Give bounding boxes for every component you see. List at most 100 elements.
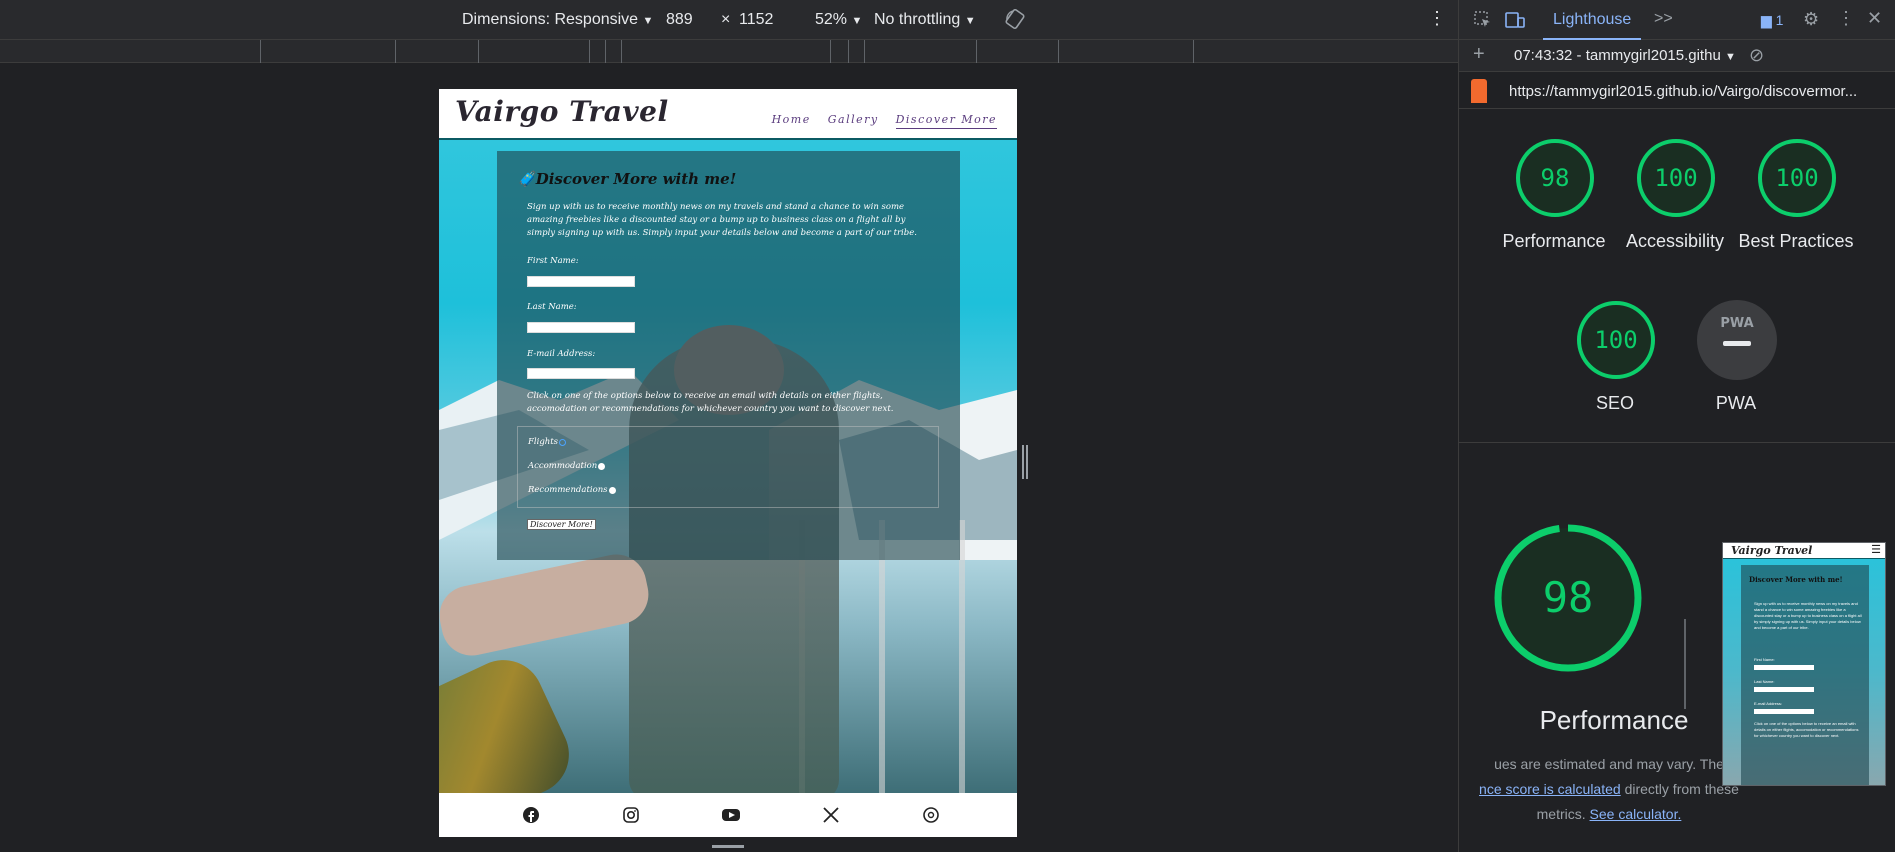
gauge-performance[interactable]: 98 Performance <box>1502 137 1606 251</box>
luggage-icon: 🧳 <box>517 170 536 188</box>
more-options-icon[interactable]: ⋮ <box>1837 8 1855 29</box>
bottom-resize-handle[interactable] <box>712 845 744 848</box>
nav-home[interactable]: Home <box>772 113 811 126</box>
thumb-intro: Sign up with us to receive monthly news … <box>1754 601 1862 630</box>
gauge-seo-value: 100 <box>1594 326 1637 354</box>
thumb-hero: Discover More with me! Sign up with us t… <box>1723 559 1885 785</box>
gauge-best-practices[interactable]: 100 Best Practices <box>1738 137 1854 251</box>
url-more-icon[interactable]: ⋮ <box>1887 79 1895 100</box>
dimensions-label: Dimensions: Responsive <box>462 11 639 28</box>
first-name-input[interactable] <box>527 276 635 287</box>
railing <box>879 520 885 793</box>
instagram-icon[interactable] <box>621 805 641 825</box>
form-title: 🧳Discover More with me! <box>517 170 736 188</box>
panel-tabs: Lighthouse >> ▆ 1 ⚙ ⋮ ✕ <box>1459 0 1895 40</box>
chevron-down-icon: ▼ <box>1724 51 1736 63</box>
email-input[interactable] <box>527 368 635 379</box>
score-calculated-link[interactable]: nce score is calculated <box>1479 781 1621 797</box>
thumb-last-name: Last Name: <box>1754 679 1775 684</box>
chevron-down-icon: ▼ <box>851 15 863 27</box>
thumb-input <box>1754 665 1814 670</box>
rotate-icon[interactable] <box>1004 8 1026 35</box>
gauge-seo[interactable]: 100 SEO <box>1575 299 1657 413</box>
youtube-icon[interactable] <box>721 805 741 825</box>
note-line1: ues are estimated and may vary. The <box>1494 756 1724 772</box>
nav-discover-more[interactable]: Discover More <box>895 113 997 129</box>
gauge-performance-value: 98 <box>1541 164 1570 192</box>
radio-recommendations[interactable] <box>608 486 616 494</box>
facebook-icon[interactable] <box>521 805 541 825</box>
more-tabs-button[interactable]: >> <box>1654 10 1673 28</box>
big-performance-gauge: 98 <box>1493 523 1643 673</box>
throttling-label: No throttling <box>874 11 961 28</box>
radio-recommendations-label: Recommendations <box>528 485 608 495</box>
first-name-label: First Name: <box>527 256 579 266</box>
thumb-logo: Vairgo Travel <box>1731 544 1813 557</box>
x-icon[interactable] <box>821 805 841 825</box>
gauge-seo-label: SEO <box>1595 393 1634 413</box>
thumb-title: Discover More with me! <box>1749 575 1843 584</box>
thumb-first-name: First Name: <box>1754 657 1775 662</box>
tab-lighthouse[interactable]: Lighthouse <box>1543 0 1642 40</box>
throttling-dropdown[interactable]: No throttling ▼ <box>874 11 976 29</box>
nav-gallery[interactable]: Gallery <box>828 113 879 126</box>
last-name-label: Last Name: <box>527 302 577 312</box>
clear-icon[interactable]: ⊘ <box>1749 45 1764 66</box>
resize-handle[interactable] <box>1022 445 1028 479</box>
settings-icon[interactable]: ⚙ <box>1803 9 1819 30</box>
message-icon: ▆ <box>1761 12 1772 28</box>
gauge-performance-label: Performance <box>1502 231 1606 251</box>
report-selector[interactable]: 07:43:32 - tammygirl2015.githu ▼ <box>1514 47 1736 64</box>
site-header: Vairgo Travel Home Gallery Discover More <box>439 89 1017 140</box>
emulated-page: Vairgo Travel Home Gallery Discover More… <box>439 89 1017 837</box>
radio-accommodation-label: Accommodation <box>528 461 598 471</box>
lighthouse-icon <box>1471 79 1487 103</box>
device-toolbar-icon[interactable] <box>1504 10 1526 35</box>
radio-flights[interactable] <box>559 438 567 446</box>
form-title-text: Discover More with me! <box>535 170 737 188</box>
hero-background-image: 🧳Discover More with me! Sign up with us … <box>439 140 1017 793</box>
gauge-pwa[interactable]: PWA PWA <box>1696 299 1778 413</box>
zoom-label: 52% <box>815 11 848 28</box>
close-icon[interactable]: ✕ <box>1867 8 1882 29</box>
page-screenshot-thumbnail[interactable]: Vairgo Travel ☰ Discover More with me! S… <box>1722 542 1886 786</box>
zoom-dropdown[interactable]: 52% ▼ <box>815 11 862 29</box>
email-label: E-mail Address: <box>527 349 596 359</box>
inspect-icon[interactable] <box>1473 10 1493 35</box>
note-line3: metrics. <box>1536 806 1586 822</box>
audited-url[interactable]: https://tammygirl2015.github.io/Vairgo/d… <box>1509 83 1857 100</box>
site-nav: Home Gallery Discover More <box>760 113 997 129</box>
last-name-input[interactable] <box>527 322 635 333</box>
hamburger-icon: ☰ <box>1871 544 1881 556</box>
report-label: 07:43:32 - tammygirl2015.githu <box>1514 47 1721 64</box>
more-options-icon[interactable]: ⋮ <box>1428 8 1446 29</box>
see-calculator-link[interactable]: See calculator. <box>1590 806 1682 822</box>
radio-flights-row[interactable]: Flights <box>528 437 567 447</box>
discover-more-button[interactable]: Discover More! <box>527 519 596 530</box>
thumb-form-card: Discover More with me! Sign up with us t… <box>1741 565 1869 785</box>
options-text: Click on one of the options below to rec… <box>527 391 894 414</box>
radio-accommodation[interactable] <box>598 462 606 470</box>
threads-icon[interactable] <box>921 805 941 825</box>
gauge-pwa-label: PWA <box>1715 393 1757 413</box>
chevron-down-icon: ▼ <box>642 15 654 27</box>
devtools-panel: Lighthouse >> ▆ 1 ⚙ ⋮ ✕ + 07:43:32 - tam… <box>1458 0 1895 852</box>
signup-form-card: 🧳Discover More with me! Sign up with us … <box>497 151 960 560</box>
issues-badge[interactable]: ▆ 1 <box>1761 12 1783 29</box>
plus-icon[interactable]: + <box>1473 43 1485 66</box>
gauge-accessibility[interactable]: 100 Accessibility <box>1626 137 1724 251</box>
width-input[interactable]: 889 <box>666 11 693 29</box>
thumb-email: E-mail Address: <box>1754 701 1783 706</box>
big-performance-label: Performance <box>1539 705 1689 735</box>
thumb-input <box>1754 709 1814 714</box>
height-input[interactable]: 1152 <box>739 11 773 29</box>
sleeve <box>439 646 583 793</box>
site-logo[interactable]: Vairgo Travel <box>455 95 669 128</box>
device-toolbar: Dimensions: Responsive ▼ 889 × 1152 52% … <box>0 0 1458 40</box>
big-performance-value: 98 <box>1543 573 1594 622</box>
options-fieldset: Flights Accommodation Recommendations <box>517 426 939 508</box>
metric-divider <box>1684 619 1686 709</box>
radio-accommodation-row[interactable]: Accommodation <box>528 461 606 471</box>
dimensions-dropdown[interactable]: Dimensions: Responsive ▼ <box>462 11 653 29</box>
radio-recommendations-row[interactable]: Recommendations <box>528 485 616 495</box>
